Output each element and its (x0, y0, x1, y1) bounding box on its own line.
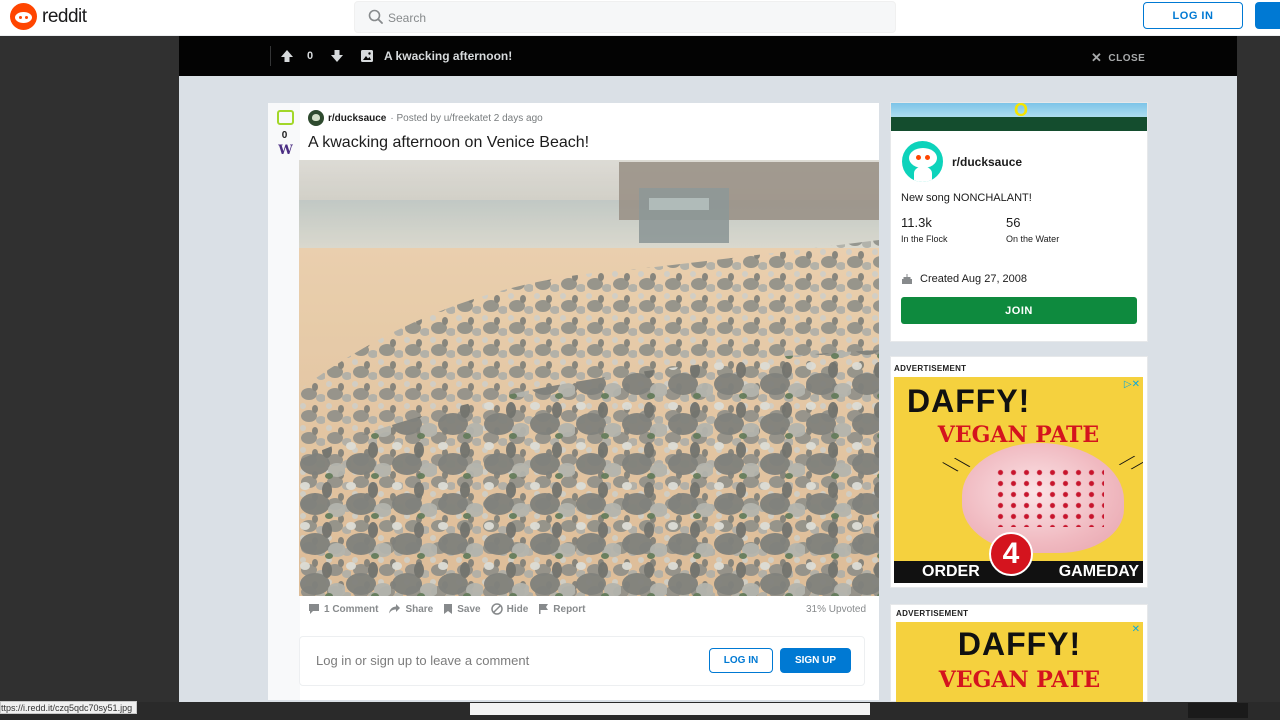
vote-score: 0 (307, 50, 314, 62)
comments-label: 1 Comment (324, 603, 379, 615)
posted-by: · Posted by u/freekatet 2 days ago (390, 112, 543, 124)
hide-button[interactable]: Hide (490, 603, 529, 615)
created-label: Created Aug 27, 2008 (920, 273, 1028, 285)
ad-pepper-dots (994, 467, 1104, 527)
top-header: reddit Search LOG IN (0, 0, 1280, 36)
status-url: ttps://i.redd.it/czq5qdc70sy51.jpg (0, 701, 138, 714)
ad-headline: DAFFY! (907, 383, 1031, 419)
members-count: 11.3k (901, 215, 932, 230)
share-label: Share (405, 603, 434, 615)
signup-button[interactable] (1255, 2, 1280, 29)
post-image[interactable] (299, 160, 879, 596)
reddit-logo-icon (10, 3, 37, 30)
ad-spark-right: ⟋⟋ (1117, 449, 1143, 477)
upvote-icon[interactable] (279, 48, 295, 64)
duck-beach-photo (299, 160, 879, 596)
hide-icon (490, 603, 503, 615)
ad-subhead-2: VEGAN PATE (938, 667, 1101, 693)
divider (270, 46, 271, 66)
image-icon (361, 50, 373, 62)
search-input[interactable]: Search (354, 1, 896, 33)
created-date: Created Aug 27, 2008 (901, 273, 1027, 285)
ad-label: ADVERTISEMENT (894, 364, 967, 373)
subreddit-avatar[interactable] (308, 110, 324, 126)
share-icon (389, 604, 401, 614)
online-count: 56 (1006, 215, 1021, 230)
online-label: On the Water (1006, 234, 1060, 244)
login-button[interactable]: LOG IN (1143, 2, 1243, 29)
community-avatar[interactable] (900, 139, 945, 184)
ad-order-text: ORDER (922, 563, 980, 580)
post-meta: r/ducksauce · Posted by u/freekatet 2 da… (308, 110, 543, 126)
ad-choices-icon[interactable]: ✕ (1132, 624, 1140, 635)
subreddit-link[interactable]: r/ducksauce (328, 113, 386, 124)
ad-banner[interactable]: DAFFY! VEGAN PATE ▷✕ ⟍⟍ ⟋⟋ ORDER GAMEDAY… (894, 377, 1143, 583)
comment-signup-button[interactable]: SIGN UP (780, 648, 851, 673)
members-label: In the Flock (901, 234, 948, 244)
search-placeholder: Search (388, 11, 427, 25)
save-label: Save (457, 603, 481, 615)
status-strip (470, 703, 870, 715)
report-label: Report (553, 603, 586, 615)
close-label: CLOSE (1108, 52, 1146, 64)
comment-prompt: Log in or sign up to leave a comment (316, 653, 530, 668)
share-button[interactable]: Share (388, 603, 433, 615)
post-actions: 1 Comment Share Save Hide Report (308, 603, 596, 615)
reddit-logo[interactable]: reddit (10, 3, 87, 30)
downvote-icon[interactable]: W (277, 144, 294, 158)
comments-button[interactable]: 1 Comment (308, 603, 378, 615)
comment-icon (309, 604, 319, 614)
post-title: A kwacking afternoon on Venice Beach! (308, 134, 590, 151)
logo-text: reddit (42, 5, 87, 27)
post-overlay-bar: 0 A kwacking afternoon! ✕ CLOSE (179, 36, 1237, 76)
report-icon (539, 604, 549, 614)
close-icon: ✕ (1091, 50, 1103, 65)
close-button[interactable]: ✕ CLOSE (1091, 50, 1145, 66)
banner-o-logo: O (1014, 103, 1029, 120)
report-button[interactable]: Report (538, 603, 586, 615)
community-name[interactable]: r/ducksauce (952, 155, 1022, 169)
post-vote-score: 0 (281, 130, 288, 141)
downvote-icon[interactable] (329, 48, 345, 64)
community-banner: O (891, 103, 1147, 131)
cake-icon (902, 274, 912, 284)
save-icon (444, 604, 453, 614)
join-button[interactable]: JOIN (901, 297, 1137, 324)
ad-headline-2: DAFFY! (957, 626, 1082, 662)
ad-choices-icon[interactable]: ▷✕ (1124, 379, 1140, 390)
status-dark-block (1188, 703, 1248, 718)
ad-label-2: ADVERTISEMENT (896, 609, 969, 618)
ad-badge: 4 (989, 532, 1033, 576)
ad-banner-2[interactable]: DAFFY! VEGAN PATE ✕ (896, 622, 1143, 702)
vote-column (268, 103, 300, 700)
overlay-post-title: A kwacking afternoon! (384, 49, 513, 63)
community-description: New song NONCHALANT! (901, 192, 1032, 204)
ad-gameday-text: GAMEDAY (1058, 563, 1139, 580)
search-icon (368, 9, 383, 24)
upvote-icon[interactable] (277, 110, 294, 125)
save-button[interactable]: Save (443, 603, 481, 615)
upvote-ratio: 31% Upvoted (806, 604, 867, 615)
comment-login-button[interactable]: LOG IN (709, 648, 773, 673)
hide-label: Hide (506, 603, 529, 615)
